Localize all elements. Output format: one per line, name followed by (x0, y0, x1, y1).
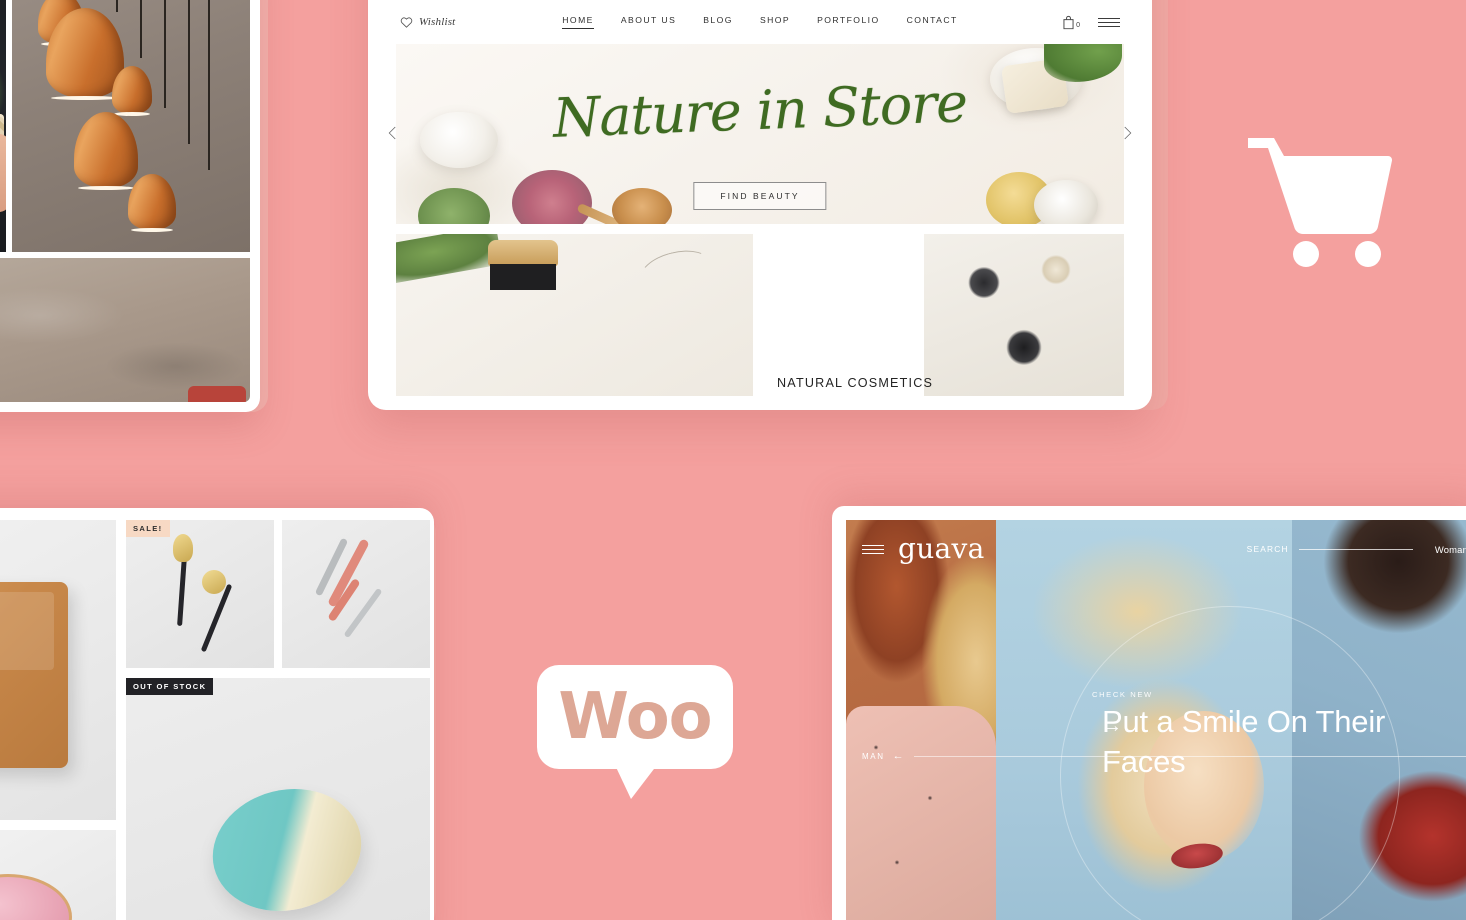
product-grid: SALE! OUT OF STOCK (0, 520, 430, 920)
natural-cosmetics-caption: NATURAL COSMETICS (777, 376, 934, 390)
tablet-device-mockup: Wishlist HOME ABOUT US BLOG SHOP PORTFOL… (368, 0, 1152, 410)
palm-frond-shape (396, 234, 503, 284)
chevron-left-icon[interactable] (384, 124, 402, 142)
guava-search[interactable]: SEARCH (1247, 544, 1413, 554)
heart-icon (400, 17, 413, 28)
shop-grid-card: SALE! OUT OF STOCK (0, 508, 434, 920)
product-tile-pink-dish[interactable] (0, 830, 116, 920)
sale-badge: SALE! (126, 520, 170, 537)
wishlist-label: Wishlist (419, 16, 456, 28)
guava-headline: Put a Smile On Their Faces (1102, 704, 1386, 779)
speech-bubble: Woo (537, 665, 733, 769)
nav-link-home[interactable]: HOME (562, 15, 594, 29)
product-tile-teal-bowl[interactable]: OUT OF STOCK (126, 678, 430, 920)
woocommerce-logo: Woo (537, 665, 733, 799)
teal-cream-bowl-shape (199, 773, 375, 920)
site-navigation-bar: Wishlist HOME ABOUT US BLOG SHOP PORTFOL… (382, 0, 1138, 44)
floral-dress-shape (846, 706, 996, 920)
guava-site-mockup: guava SEARCH Woman CHECK NEW MAN ← → Put… (832, 506, 1466, 920)
search-input-underline[interactable] (1298, 548, 1413, 550)
speech-bubble-tail (615, 765, 657, 799)
photo-collage-card (0, 0, 260, 412)
hero-title: Nature in Store (551, 71, 969, 150)
photo-copper-pendant-lamps (12, 0, 250, 252)
photo-plant-in-basket (0, 0, 6, 252)
hero-lower-content-row: NATURAL COSMETICS (396, 234, 1124, 396)
section-natural-cosmetics[interactable]: NATURAL COSMETICS (767, 234, 1124, 396)
arm-shape (0, 134, 6, 212)
product-tile-coral-cutlery[interactable] (282, 520, 430, 668)
hero-green-succulent-shape (418, 188, 490, 224)
screenshot-stage: Wishlist HOME ABOUT US BLOG SHOP PORTFOL… (0, 0, 1466, 920)
nav-link-contact[interactable]: CONTACT (907, 15, 958, 29)
guava-top-bar: guava SEARCH (846, 520, 1466, 578)
wire-outline-shape (635, 243, 717, 301)
hero-pink-succulent-shape (512, 170, 592, 224)
product-tile-gold-spoons[interactable]: SALE! (126, 520, 274, 668)
product-tile-wooden-tray[interactable] (0, 520, 116, 820)
photo-neutral-texture (0, 258, 250, 402)
hero-body-brush-shape (612, 188, 672, 224)
gold-fork-head-shape (173, 534, 193, 562)
hamburger-menu-icon[interactable] (862, 544, 884, 554)
guava-logo[interactable]: guava (898, 535, 985, 563)
chevron-right-icon[interactable] (1118, 124, 1136, 142)
guava-screen: guava SEARCH Woman CHECK NEW MAN ← → Put… (846, 520, 1466, 920)
shopping-cart-icon (1248, 138, 1393, 267)
red-accent-shape (188, 386, 246, 402)
cosmetic-bottles-photo (924, 234, 1124, 396)
gold-spoon-head-shape (202, 570, 226, 594)
nav-link-portfolio[interactable]: PORTFOLIO (817, 15, 880, 29)
man-slide-label[interactable]: MAN (846, 752, 893, 761)
hero-glass-jar-shape (1034, 180, 1098, 224)
photo-collage-grid (0, 0, 250, 402)
gold-spoon-shape (200, 583, 233, 653)
arrow-left-icon[interactable]: ← (893, 750, 914, 762)
cart-item-count: 0 (1076, 21, 1080, 29)
product-tile-cosmetic-jar[interactable] (396, 234, 753, 396)
hamburger-menu-icon[interactable] (1097, 17, 1120, 27)
texture-overlay (0, 258, 250, 402)
jar-lid-shape (488, 240, 558, 266)
hero-banner: Nature in Store FIND BEAUTY (396, 44, 1124, 224)
out-of-stock-badge: OUT OF STOCK (126, 678, 214, 695)
nav-link-about-us[interactable]: ABOUT US (621, 15, 676, 29)
primary-nav-links: HOME ABOUT US BLOG SHOP PORTFOLIO CONTAC… (562, 15, 957, 29)
nav-link-shop[interactable]: SHOP (760, 15, 790, 29)
wishlist-link[interactable]: Wishlist (400, 16, 562, 28)
nav-right-actions: 0 (958, 15, 1120, 30)
woo-wordmark: Woo (558, 680, 712, 754)
tablet-screen: Wishlist HOME ABOUT US BLOG SHOP PORTFOL… (382, 0, 1138, 396)
check-new-eyebrow: CHECK NEW (1092, 690, 1153, 699)
shopping-bag-icon (1063, 15, 1074, 29)
pink-ceramic-dish-shape (0, 874, 72, 920)
jar-body-shape (490, 264, 556, 290)
find-beauty-button[interactable]: FIND BEAUTY (693, 182, 827, 210)
nav-link-blog[interactable]: BLOG (703, 15, 733, 29)
search-label: SEARCH (1246, 544, 1289, 554)
wooden-tray-shape (0, 582, 68, 768)
cart-bag-button[interactable]: 0 (1062, 15, 1080, 30)
